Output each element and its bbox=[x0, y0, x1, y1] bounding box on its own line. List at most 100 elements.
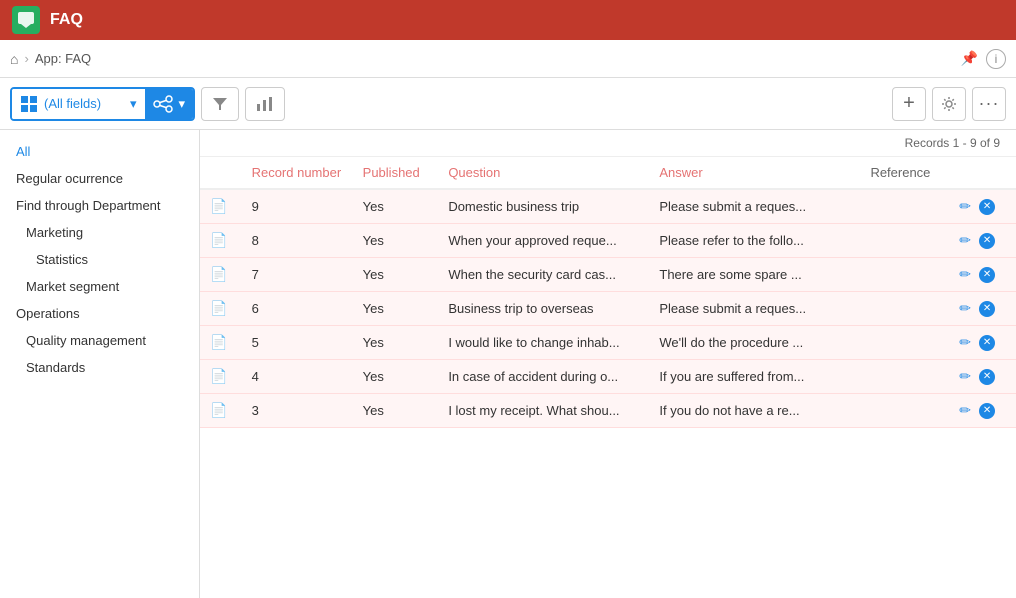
cell-record-number: 4 bbox=[242, 360, 353, 394]
breadcrumb-separator: › bbox=[24, 51, 28, 66]
row-icon: 📄 bbox=[200, 189, 242, 224]
add-button[interactable]: + bbox=[892, 87, 926, 121]
breadcrumb-actions: 📌 i bbox=[961, 49, 1006, 69]
field-selector-chevron: ▾ bbox=[130, 96, 137, 112]
table-row: 📄 8 Yes When your approved reque... Plea… bbox=[200, 224, 1016, 258]
doc-icon: 📄 bbox=[210, 198, 227, 214]
doc-icon: 📄 bbox=[210, 334, 227, 350]
delete-icon[interactable]: ✕ bbox=[979, 233, 995, 249]
cell-record-number: 3 bbox=[242, 394, 353, 428]
doc-icon: 📄 bbox=[210, 232, 227, 248]
cell-answer: Please submit a reques... bbox=[649, 189, 860, 224]
chart-button[interactable] bbox=[245, 87, 285, 121]
cell-question: Business trip to overseas bbox=[438, 292, 649, 326]
sidebar-item-market-segment[interactable]: Market segment bbox=[0, 273, 199, 300]
connect-icon bbox=[153, 95, 173, 113]
cell-answer: Please refer to the follo... bbox=[649, 224, 860, 258]
sidebar: All Regular ocurrence Find through Depar… bbox=[0, 130, 200, 598]
edit-icon[interactable]: ✏ bbox=[959, 368, 971, 385]
cell-question: In case of accident during o... bbox=[438, 360, 649, 394]
cell-record-number: 7 bbox=[242, 258, 353, 292]
cell-published: Yes bbox=[353, 394, 439, 428]
cell-reference bbox=[860, 224, 949, 258]
cell-question: I would like to change inhab... bbox=[438, 326, 649, 360]
delete-icon[interactable]: ✕ bbox=[979, 369, 995, 385]
records-info: Records 1 - 9 of 9 bbox=[200, 130, 1016, 157]
table-row: 📄 9 Yes Domestic business trip Please su… bbox=[200, 189, 1016, 224]
row-icon: 📄 bbox=[200, 224, 242, 258]
sidebar-item-operations[interactable]: Operations bbox=[0, 300, 199, 327]
cell-actions: ✏✕ bbox=[949, 292, 1016, 326]
content-area: Records 1 - 9 of 9 Record number Publish… bbox=[200, 130, 1016, 598]
cell-answer: We'll do the procedure ... bbox=[649, 326, 860, 360]
sidebar-item-regular[interactable]: Regular ocurrence bbox=[0, 165, 199, 192]
cell-published: Yes bbox=[353, 258, 439, 292]
field-selector-left: (All fields) ▾ bbox=[12, 89, 145, 119]
cell-published: Yes bbox=[353, 292, 439, 326]
cell-answer: If you are suffered from... bbox=[649, 360, 860, 394]
table-row: 📄 3 Yes I lost my receipt. What shou... … bbox=[200, 394, 1016, 428]
delete-icon[interactable]: ✕ bbox=[979, 267, 995, 283]
cell-actions: ✏✕ bbox=[949, 326, 1016, 360]
connect-chevron: ▾ bbox=[179, 96, 186, 112]
edit-icon[interactable]: ✏ bbox=[959, 402, 971, 419]
cell-reference bbox=[860, 360, 949, 394]
cell-actions: ✏✕ bbox=[949, 360, 1016, 394]
cell-actions: ✏✕ bbox=[949, 224, 1016, 258]
breadcrumb-bar: ⌂ › App: FAQ 📌 i bbox=[0, 40, 1016, 78]
breadcrumb-app-label: App: FAQ bbox=[35, 51, 91, 66]
row-icon: 📄 bbox=[200, 394, 242, 428]
sidebar-item-marketing[interactable]: Marketing bbox=[0, 219, 199, 246]
sidebar-item-quality[interactable]: Quality management bbox=[0, 327, 199, 354]
col-header-icon bbox=[200, 157, 242, 189]
edit-icon[interactable]: ✏ bbox=[959, 198, 971, 215]
grid-icon bbox=[20, 95, 38, 113]
home-icon[interactable]: ⌂ bbox=[10, 51, 18, 67]
col-header-reference: Reference bbox=[860, 157, 949, 189]
chart-icon bbox=[256, 96, 274, 112]
delete-icon[interactable]: ✕ bbox=[979, 301, 995, 317]
cell-answer: There are some spare ... bbox=[649, 258, 860, 292]
settings-button[interactable] bbox=[932, 87, 966, 121]
info-icon[interactable]: i bbox=[986, 49, 1006, 69]
cell-actions: ✏✕ bbox=[949, 189, 1016, 224]
cell-answer: If you do not have a re... bbox=[649, 394, 860, 428]
cell-published: Yes bbox=[353, 360, 439, 394]
app-icon bbox=[12, 6, 40, 34]
cell-question: When the security card cas... bbox=[438, 258, 649, 292]
table-row: 📄 6 Yes Business trip to overseas Please… bbox=[200, 292, 1016, 326]
field-selector[interactable]: (All fields) ▾ ▾ bbox=[10, 87, 195, 121]
table-header: Record number Published Question Answer … bbox=[200, 157, 1016, 189]
delete-icon[interactable]: ✕ bbox=[979, 335, 995, 351]
doc-icon: 📄 bbox=[210, 368, 227, 384]
edit-icon[interactable]: ✏ bbox=[959, 232, 971, 249]
cell-answer: Please submit a reques... bbox=[649, 292, 860, 326]
delete-icon[interactable]: ✕ bbox=[979, 199, 995, 215]
cell-reference bbox=[860, 189, 949, 224]
row-icon: 📄 bbox=[200, 326, 242, 360]
col-header-answer: Answer bbox=[649, 157, 860, 189]
row-icon: 📄 bbox=[200, 258, 242, 292]
table-row: 📄 5 Yes I would like to change inhab... … bbox=[200, 326, 1016, 360]
cell-record-number: 6 bbox=[242, 292, 353, 326]
cell-reference bbox=[860, 326, 949, 360]
field-selector-right-btn[interactable]: ▾ bbox=[145, 89, 194, 119]
filter-button[interactable] bbox=[201, 87, 239, 121]
table-row: 📄 4 Yes In case of accident during o... … bbox=[200, 360, 1016, 394]
app-title: FAQ bbox=[50, 11, 83, 29]
sidebar-item-find-through[interactable]: Find through Department bbox=[0, 192, 199, 219]
cell-reference bbox=[860, 292, 949, 326]
edit-icon[interactable]: ✏ bbox=[959, 334, 971, 351]
edit-icon[interactable]: ✏ bbox=[959, 266, 971, 283]
cell-record-number: 9 bbox=[242, 189, 353, 224]
col-header-actions bbox=[949, 157, 1016, 189]
sidebar-item-all[interactable]: All bbox=[0, 138, 199, 165]
sidebar-item-statistics[interactable]: Statistics bbox=[0, 246, 199, 273]
cell-question: When your approved reque... bbox=[438, 224, 649, 258]
edit-icon[interactable]: ✏ bbox=[959, 300, 971, 317]
delete-icon[interactable]: ✕ bbox=[979, 403, 995, 419]
pin-icon[interactable]: 📌 bbox=[961, 50, 978, 67]
sidebar-item-standards[interactable]: Standards bbox=[0, 354, 199, 381]
more-button[interactable]: ··· bbox=[972, 87, 1006, 121]
doc-icon: 📄 bbox=[210, 266, 227, 282]
